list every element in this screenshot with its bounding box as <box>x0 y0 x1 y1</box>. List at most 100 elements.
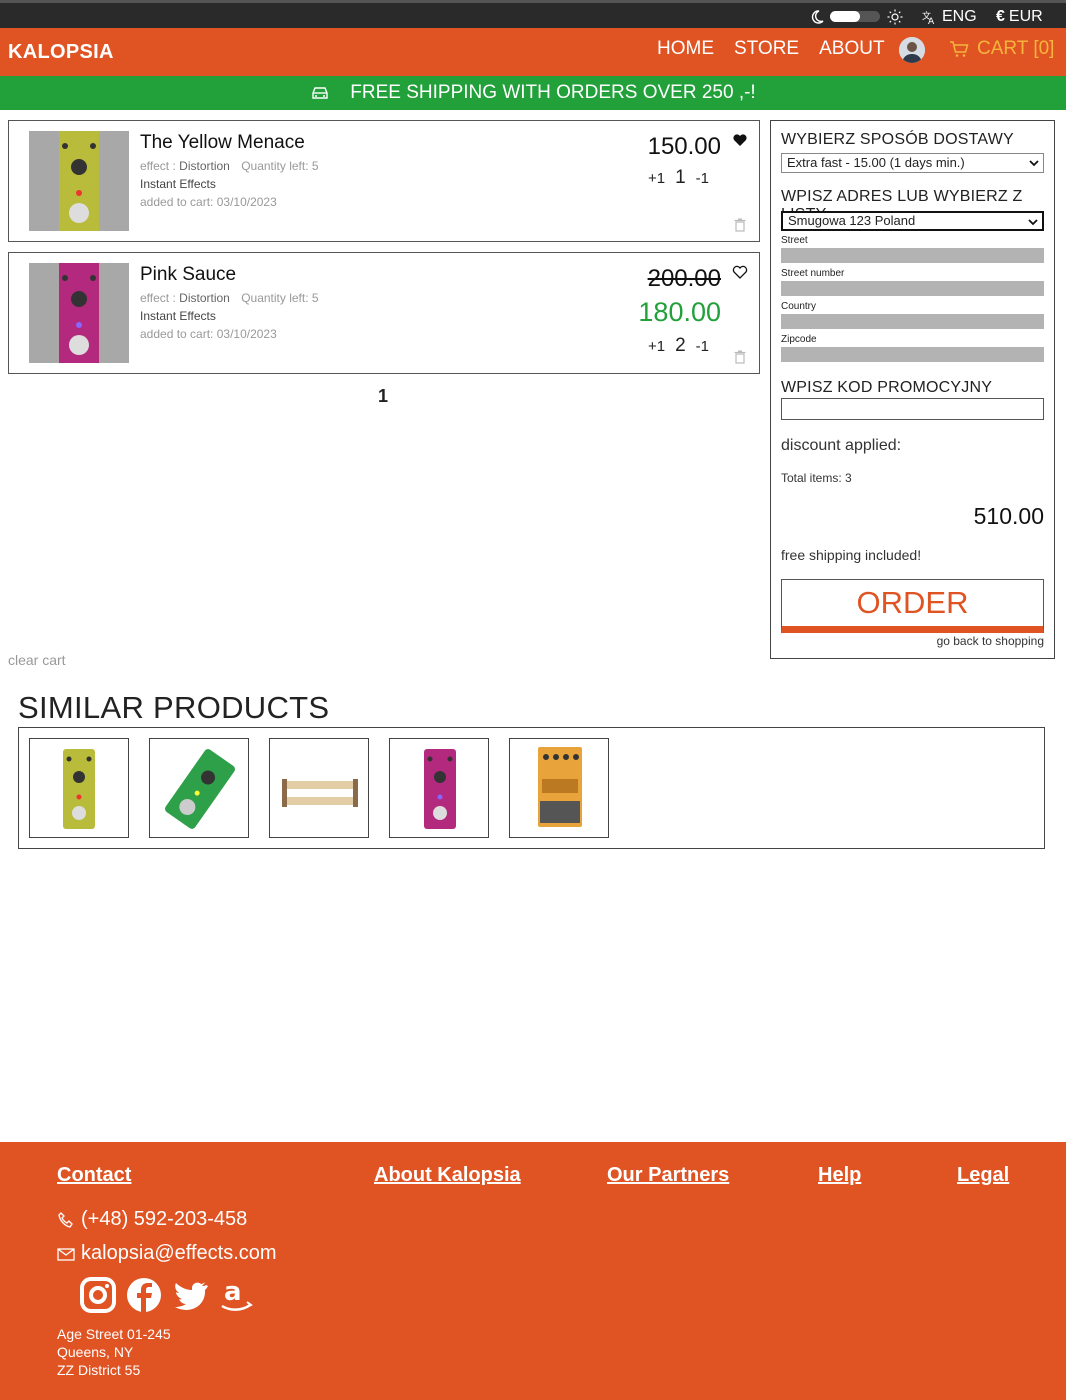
cart-link[interactable]: CART [0] <box>949 38 1054 60</box>
clear-cart-link[interactable]: clear cart <box>8 652 66 668</box>
product-name[interactable]: The Yellow Menace <box>140 132 305 154</box>
delivery-value: Extra fast - 15.00 (1 days min.) <box>787 155 965 170</box>
footer-partners-link[interactable]: Our Partners <box>607 1164 729 1187</box>
similar-products-list <box>18 727 1045 849</box>
similar-product[interactable] <box>269 738 369 838</box>
chevron-down-icon <box>1029 160 1039 167</box>
qty-increase-button[interactable]: +1 <box>648 170 665 187</box>
car-icon <box>312 87 328 99</box>
theme-switch[interactable] <box>830 11 880 22</box>
yellow-pedal-image <box>29 131 129 231</box>
total-price: 510.00 <box>973 503 1044 529</box>
price: 150.00 <box>647 133 721 160</box>
similar-products-title: SIMILAR PRODUCTS <box>18 690 330 725</box>
theme-switch-knob <box>830 11 860 22</box>
amazon-icon[interactable]: a <box>218 1276 254 1314</box>
product-image[interactable] <box>29 263 129 363</box>
footer-phone[interactable]: (+48) 592-203-458 <box>57 1208 247 1231</box>
instagram-icon[interactable] <box>80 1276 116 1314</box>
product-meta: effect : Distortion Quantity left: 5 <box>140 291 319 305</box>
effect-value: Distortion <box>179 159 230 173</box>
zipcode-field[interactable] <box>781 347 1044 362</box>
street-field[interactable] <box>781 248 1044 263</box>
product-image[interactable] <box>29 131 129 231</box>
cart-label: CART [0] <box>977 38 1055 59</box>
nav-links: HOME STORE ABOUT <box>657 38 885 60</box>
heart-filled-icon[interactable] <box>732 132 748 148</box>
footer-address: Age Street 01-245 Queens, NY ZZ District… <box>57 1325 171 1379</box>
footer-email[interactable]: kalopsia@effects.com <box>57 1242 277 1265</box>
svg-text:A: A <box>928 17 935 25</box>
footer: Contact About Kalopsia Our Partners Help… <box>0 1142 1066 1400</box>
user-avatar-icon <box>899 37 925 63</box>
qty-value: 2 <box>675 335 686 356</box>
green-pedal-image <box>165 749 235 829</box>
similar-product[interactable] <box>389 738 489 838</box>
similar-product[interactable] <box>509 738 609 838</box>
nav-store[interactable]: STORE <box>734 38 799 60</box>
language-selector[interactable]: 文A ENG <box>922 7 977 27</box>
translate-icon: 文A <box>922 10 935 25</box>
moon-icon <box>811 10 824 24</box>
svg-text:a: a <box>224 1277 242 1307</box>
phone-text: (+48) 592-203-458 <box>81 1208 248 1230</box>
sun-icon <box>887 9 903 25</box>
country-field[interactable] <box>781 314 1044 329</box>
promo-input[interactable] <box>781 398 1044 420</box>
currency-label: EUR <box>1008 8 1043 25</box>
order-button[interactable]: ORDER <box>781 579 1044 633</box>
banner-text: FREE SHIPPING WITH ORDERS OVER 250 ,-! <box>350 82 756 103</box>
similar-product[interactable] <box>149 738 249 838</box>
footer-about-link[interactable]: About Kalopsia <box>374 1164 521 1187</box>
qty-decrease-button[interactable]: -1 <box>696 170 709 187</box>
delivery-select[interactable]: Extra fast - 15.00 (1 days min.) <box>781 153 1044 173</box>
twitter-icon[interactable] <box>172 1276 208 1314</box>
currency-selector[interactable]: € EUR <box>996 7 1043 27</box>
avatar[interactable] <box>899 37 925 63</box>
nav-about[interactable]: ABOUT <box>819 38 884 60</box>
footer-legal-link[interactable]: Legal <box>957 1164 1009 1187</box>
address-line-2: Queens, NY <box>57 1344 134 1360</box>
envelope-icon <box>57 1247 75 1261</box>
product-brand: Instant Effects <box>140 309 216 323</box>
cart-icon <box>950 41 969 57</box>
facebook-icon[interactable] <box>126 1276 162 1314</box>
logo[interactable]: KALOPSIA <box>8 41 114 64</box>
cart-item: The Yellow Menace effect : Distortion Qu… <box>8 120 760 242</box>
added-date: added to cart: 03/10/2023 <box>140 327 277 341</box>
product-brand: Instant Effects <box>140 177 216 191</box>
address-select[interactable]: Smugowa 123 Poland <box>781 211 1044 231</box>
original-price: 200.00 <box>647 265 721 292</box>
shipping-banner: FREE SHIPPING WITH ORDERS OVER 250 ,-! <box>0 76 1066 110</box>
product-meta: effect : Distortion Quantity left: 5 <box>140 159 319 173</box>
pagination-page[interactable]: 1 <box>378 386 388 407</box>
trash-icon[interactable] <box>734 350 746 364</box>
similar-product[interactable] <box>29 738 129 838</box>
nav-home[interactable]: HOME <box>657 38 714 60</box>
quantity-left: Quantity left: 5 <box>241 159 319 173</box>
address-value: Smugowa 123 Poland <box>788 213 916 228</box>
effect-value: Distortion <box>179 291 230 305</box>
main-navigation: KALOPSIA HOME STORE ABOUT CART [0] <box>0 28 1066 76</box>
trash-icon[interactable] <box>734 218 746 232</box>
theme-toggle[interactable] <box>808 8 904 26</box>
added-date: added to cart: 03/10/2023 <box>140 195 277 209</box>
utility-bar: 文A ENG € EUR <box>0 0 1066 28</box>
chevron-down-icon <box>1028 219 1038 226</box>
footer-help-link[interactable]: Help <box>818 1164 861 1187</box>
total-items: Total items: 3 <box>781 471 852 485</box>
social-links: a <box>80 1276 254 1314</box>
qty-decrease-button[interactable]: -1 <box>696 338 709 355</box>
checkout-panel: WYBIERZ SPOSÓB DOSTAWY Extra fast - 15.0… <box>770 120 1055 659</box>
promo-label: WPISZ KOD PROMOCYJNY <box>781 379 993 396</box>
footer-contact-link[interactable]: Contact <box>57 1164 131 1187</box>
back-to-shopping-link[interactable]: go back to shopping <box>937 634 1044 648</box>
heart-outline-icon[interactable] <box>732 264 748 280</box>
product-name[interactable]: Pink Sauce <box>140 264 236 286</box>
yellow-pedal-image <box>63 749 95 829</box>
quantity-stepper: +1 1 -1 <box>648 167 709 189</box>
qty-increase-button[interactable]: +1 <box>648 338 665 355</box>
language-label: ENG <box>942 8 977 25</box>
email-text: kalopsia@effects.com <box>81 1242 277 1264</box>
street-number-field[interactable] <box>781 281 1044 296</box>
